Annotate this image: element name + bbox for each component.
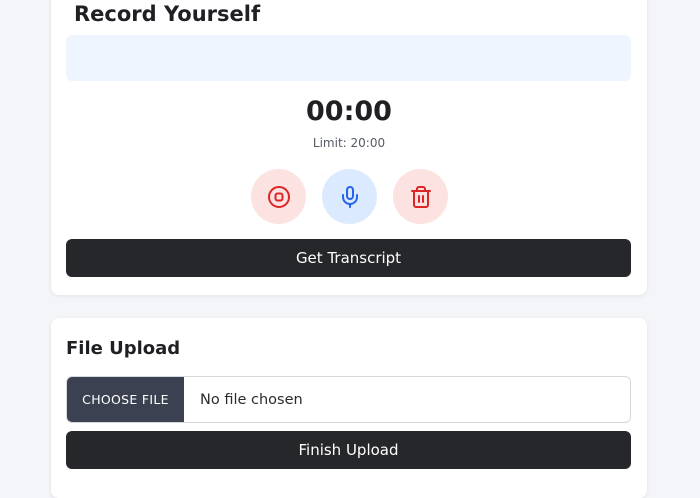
time-limit: Limit: 20:00 [312, 136, 386, 150]
file-input[interactable]: CHOOSE FILE No file chosen [66, 376, 631, 423]
delete-button[interactable] [393, 169, 448, 224]
microphone-icon [341, 185, 358, 208]
choose-file-button[interactable]: CHOOSE FILE [67, 377, 184, 422]
upload-card: File Upload CHOOSE FILE No file chosen F… [51, 318, 647, 498]
transcript-box [66, 35, 631, 81]
record-button[interactable] [322, 169, 377, 224]
timer-display: 00:00 [306, 96, 392, 127]
record-title: Record Yourself [74, 2, 261, 26]
stop-button[interactable] [251, 169, 306, 224]
stop-circle-icon [267, 185, 290, 208]
get-transcript-button[interactable]: Get Transcript [66, 239, 631, 277]
upload-title: File Upload [66, 338, 181, 359]
trash-icon [410, 185, 431, 208]
record-card: Record Yourself 00:00 Limit: 20:00 Get T… [51, 0, 647, 295]
file-status: No file chosen [200, 391, 303, 408]
recording-controls [251, 169, 448, 224]
finish-upload-button[interactable]: Finish Upload [66, 431, 631, 469]
